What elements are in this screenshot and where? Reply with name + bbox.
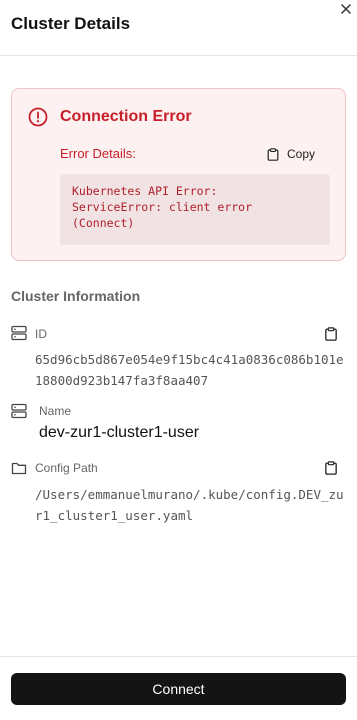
error-title: Connection Error — [60, 108, 192, 125]
clipboard-icon[interactable] — [324, 327, 338, 341]
name-label: Name — [39, 404, 72, 418]
copy-label: Copy — [287, 147, 316, 161]
clipboard-icon[interactable] — [324, 461, 338, 475]
id-value: 65d96cb5d867e054e9f15bc4c41a0836c086b101… — [35, 352, 344, 388]
id-label: ID — [35, 327, 47, 341]
alert-circle-icon — [28, 107, 48, 127]
error-panel: Connection Error Error Details: Copy Kub… — [11, 88, 346, 261]
server-icon — [11, 403, 27, 419]
section-title: Cluster Information — [11, 288, 141, 304]
config-path-value: /Users/emmanuelmurano/.kube/config.DEV_z… — [35, 487, 344, 523]
dialog-header: Cluster Details — [0, 0, 357, 56]
error-details-label: Error Details: — [60, 146, 136, 161]
folder-icon — [11, 462, 27, 475]
dialog-title: Cluster Details — [11, 14, 131, 33]
server-icon — [11, 325, 27, 341]
copy-error-button[interactable]: Copy — [267, 145, 315, 163]
error-message: Kubernetes API Error: ServiceError: clie… — [60, 174, 330, 245]
close-button[interactable] — [338, 1, 354, 17]
config-path-label: Config Path — [35, 461, 98, 475]
name-value: dev-zur1-cluster1-user — [39, 424, 200, 441]
close-icon — [341, 4, 351, 14]
connect-button[interactable]: Connect — [11, 673, 346, 705]
clipboard-icon — [267, 147, 279, 161]
